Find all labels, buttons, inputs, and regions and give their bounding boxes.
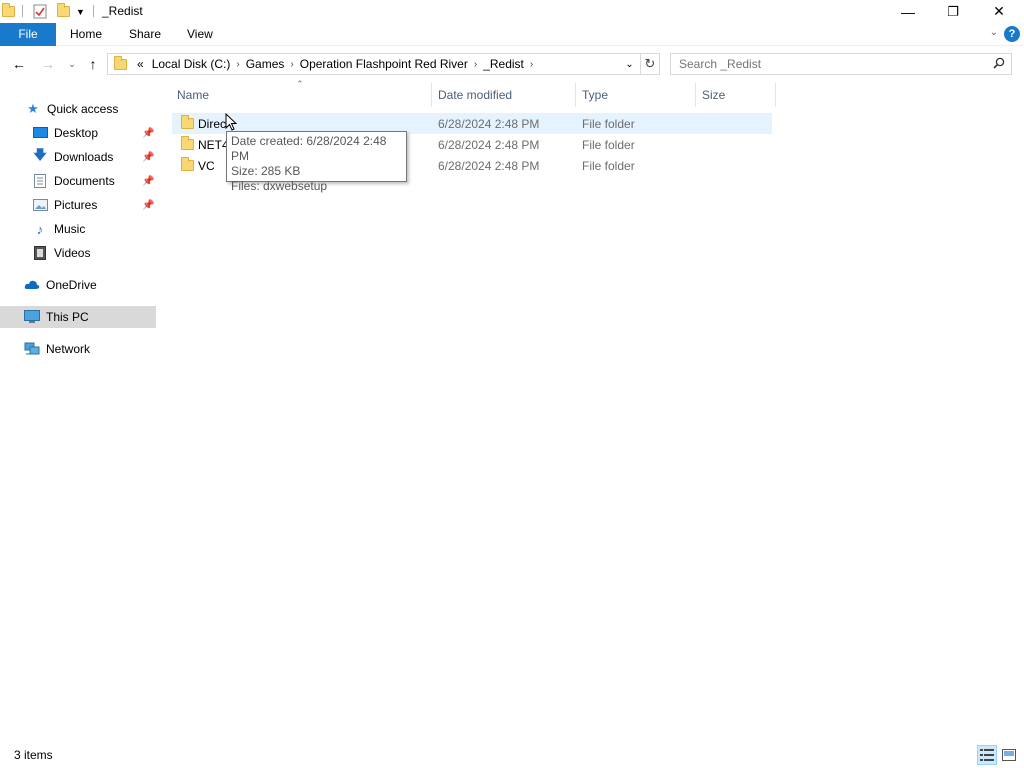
refresh-icon[interactable]: ↻ xyxy=(641,53,660,75)
column-header-name[interactable]: Name xyxy=(171,83,432,107)
window-title: _Redist xyxy=(102,4,143,18)
sidebar-item-desktop[interactable]: Desktop 📌 xyxy=(0,122,156,144)
pictures-icon xyxy=(32,197,48,213)
expand-ribbon-chevron-icon[interactable]: ⌄ xyxy=(990,27,998,38)
divider xyxy=(22,5,23,17)
computer-icon xyxy=(24,309,40,325)
sidebar-item-label: Pictures xyxy=(54,198,98,212)
navigation-row: ← → ⌄ ↑ « Local Disk (C:) › Games › Oper… xyxy=(0,47,1024,81)
breadcrumb-chevron-icon[interactable]: › xyxy=(288,59,295,70)
status-item-count: 3 items xyxy=(14,748,53,762)
pin-icon[interactable]: 📌 xyxy=(142,176,154,187)
address-dropdown-chevron-icon[interactable]: ⌄ xyxy=(618,54,640,74)
breadcrumb-chevron-icon[interactable]: › xyxy=(472,59,479,70)
breadcrumb-chevron-icon[interactable]: › xyxy=(234,59,241,70)
file-name: VC xyxy=(198,158,215,173)
divider xyxy=(93,5,94,17)
back-arrow-icon[interactable]: ← xyxy=(9,55,29,73)
tooltip-files: Files: dxwebsetup xyxy=(231,179,328,193)
sidebar-item-label: Network xyxy=(46,342,91,356)
sidebar-item-label: Music xyxy=(54,222,86,236)
sidebar-item-label: Videos xyxy=(54,246,91,260)
file-name: NET4 xyxy=(198,137,229,152)
search-icon[interactable] xyxy=(993,57,1005,72)
pin-icon[interactable]: 📌 xyxy=(142,152,154,163)
sidebar-item-network[interactable]: Network xyxy=(0,338,156,360)
breadcrumb-local-disk[interactable]: Local Disk (C:) xyxy=(148,57,235,71)
sidebar-item-quick-access[interactable]: ★ Quick access xyxy=(0,98,156,120)
pin-icon[interactable]: 📌 xyxy=(142,128,154,139)
sidebar-item-label: OneDrive xyxy=(46,278,97,292)
music-note-icon: ♪ xyxy=(36,221,44,237)
breadcrumb-chevron-icon[interactable]: › xyxy=(528,59,535,70)
column-header-type[interactable]: Type xyxy=(576,83,696,107)
file-type: File folder xyxy=(582,158,635,173)
navigation-pane: ★ Quick access Desktop 📌 🡇 Downloads 📌 D… xyxy=(0,95,160,735)
ribbon-tabs: File Home Share View ⌄ ? xyxy=(0,23,1024,46)
pin-icon[interactable]: 📌 xyxy=(142,200,154,211)
tab-view[interactable]: View xyxy=(173,23,227,46)
restore-button[interactable]: ❐ xyxy=(930,0,976,23)
breadcrumb-operation-flashpoint[interactable]: Operation Flashpoint Red River xyxy=(296,57,472,71)
sidebar-item-label: This PC xyxy=(46,310,89,324)
folder-icon xyxy=(2,3,15,20)
search-box[interactable] xyxy=(670,53,1012,75)
address-bar[interactable]: « Local Disk (C:) › Games › Operation Fl… xyxy=(107,53,641,75)
tooltip-size: Size: 285 KB xyxy=(231,164,301,178)
title-bar: ▼ _Redist — ❐ ✕ xyxy=(0,0,1024,23)
up-arrow-icon[interactable]: ↑ xyxy=(83,55,103,73)
sidebar-item-label: Downloads xyxy=(54,150,114,164)
breadcrumb-games[interactable]: Games xyxy=(242,57,289,71)
details-view-icon[interactable] xyxy=(977,745,997,765)
network-icon xyxy=(24,341,40,357)
file-info-tooltip: Date created: 6/28/2024 2:48 PM Size: 28… xyxy=(226,131,407,193)
search-input[interactable] xyxy=(671,54,981,74)
file-date-modified: 6/28/2024 2:48 PM xyxy=(438,158,540,173)
sidebar-item-downloads[interactable]: 🡇 Downloads 📌 xyxy=(0,146,156,168)
star-icon: ★ xyxy=(27,101,39,116)
mouse-cursor-icon xyxy=(225,113,237,131)
sidebar-item-music[interactable]: ♪ Music xyxy=(0,218,156,240)
file-type: File folder xyxy=(582,137,635,152)
film-icon xyxy=(32,245,48,261)
tab-share[interactable]: Share xyxy=(115,23,175,46)
documents-icon xyxy=(32,173,48,189)
sidebar-item-label: Desktop xyxy=(54,126,99,140)
large-icons-view-icon[interactable] xyxy=(999,745,1019,765)
sidebar-item-this-pc[interactable]: This PC xyxy=(0,306,156,328)
sidebar-item-label: Documents xyxy=(54,174,115,188)
cloud-icon xyxy=(24,277,40,293)
sidebar-item-onedrive[interactable]: OneDrive xyxy=(0,274,156,296)
file-date-modified: 6/28/2024 2:48 PM xyxy=(438,137,540,152)
customize-toolbar-chevron-icon[interactable]: ▼ xyxy=(76,3,85,20)
folder-icon xyxy=(181,157,194,171)
file-type: File folder xyxy=(582,116,635,131)
sidebar-item-videos[interactable]: Videos xyxy=(0,242,156,264)
forward-arrow-icon[interactable]: → xyxy=(38,55,58,73)
column-header-size[interactable]: Size xyxy=(696,83,776,107)
help-icon[interactable]: ? xyxy=(1004,26,1020,42)
file-name: Direc xyxy=(198,116,227,131)
sidebar-item-label: Quick access xyxy=(47,102,119,116)
tab-home[interactable]: Home xyxy=(56,23,116,46)
column-header-date-modified[interactable]: Date modified xyxy=(432,83,576,107)
breadcrumb-redist[interactable]: _Redist xyxy=(479,57,528,71)
desktop-icon xyxy=(32,125,48,141)
file-date-modified: 6/28/2024 2:48 PM xyxy=(438,116,540,131)
properties-icon[interactable] xyxy=(33,3,47,20)
folder-icon xyxy=(181,136,194,150)
recent-locations-chevron-icon[interactable]: ⌄ xyxy=(62,55,82,73)
breadcrumb-overflow[interactable]: « xyxy=(133,57,148,71)
tooltip-date-created: Date created: 6/28/2024 2:48 PM xyxy=(231,134,387,163)
sidebar-item-documents[interactable]: Documents 📌 xyxy=(0,170,156,192)
tab-file[interactable]: File xyxy=(0,23,56,46)
folder-icon xyxy=(114,55,127,70)
minimize-button[interactable]: — xyxy=(885,0,931,23)
folder-icon xyxy=(181,115,194,129)
close-button[interactable]: ✕ xyxy=(976,0,1022,23)
new-folder-icon[interactable] xyxy=(57,3,70,20)
download-arrow-icon: 🡇 xyxy=(33,147,47,162)
sidebar-item-pictures[interactable]: Pictures 📌 xyxy=(0,194,156,216)
